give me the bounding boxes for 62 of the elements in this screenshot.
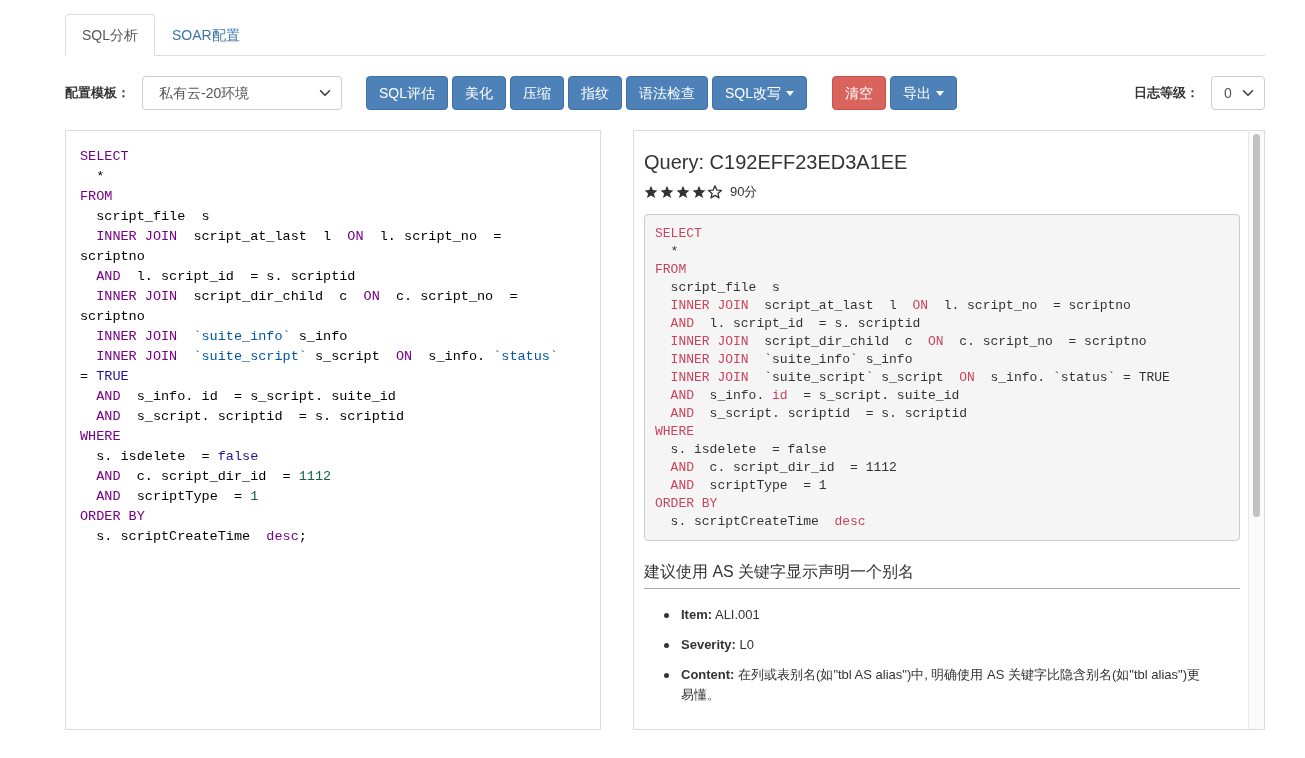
toolbar-button[interactable]: 美化 [452, 76, 506, 110]
code-line: script_file s [95, 208, 210, 226]
bullet-icon [664, 672, 669, 678]
star-icon [660, 184, 674, 199]
code-line: INNER JOIN script_at_last l ON l. script_no = scriptno [669, 296, 1131, 315]
code-line: AND l. script_id = s. scriptid [95, 268, 356, 286]
code-line: AND c. script_dir_id = 1112 [669, 458, 897, 477]
dropdown-button[interactable]: 导出 [890, 76, 958, 110]
score-text: 90分 [730, 183, 758, 201]
advice-item-text: Content: 在列或表别名(如"tbl AS alias")中, 明确使用 AS 关键字比隐含别名(如"tbl alias")更易懂。 [681, 665, 1201, 704]
code-line: s. isdelete = false [95, 448, 259, 466]
code-line: INNER JOIN script_dir_child c ON c. script_no = scriptno [669, 332, 1147, 351]
code-line: WHERE [655, 422, 694, 441]
code-line: AND c. script_dir_id = 1112 [95, 468, 332, 486]
code-line: SELECT [655, 224, 702, 243]
star-icon [644, 184, 658, 199]
tab[interactable]: SQL分析 [65, 14, 155, 56]
code-line: AND s_script. scriptid = s. scriptid [95, 408, 405, 426]
code-line: AND scriptType = 1 [669, 476, 827, 495]
code-line: s. isdelete = false [669, 440, 827, 459]
toolbar-button[interactable]: 指纹 [568, 76, 622, 110]
code-line: AND scriptType = 1 [95, 488, 259, 506]
tab[interactable]: SOAR配置 [155, 14, 257, 56]
toolbar-button[interactable]: 语法检查 [626, 76, 708, 110]
code-line: AND s_info. id = s_script. suite_id [95, 388, 396, 406]
code-line: AND s_info. id = s_script. suite_id [669, 386, 960, 405]
star-outline-icon [708, 184, 722, 199]
code-line: ORDER BY [80, 508, 145, 526]
code-line: * [669, 242, 679, 261]
code-line: SELECT [80, 148, 129, 166]
code-line: AND s_script. scriptid = s. scriptid [669, 404, 968, 423]
bullet-icon [664, 612, 669, 618]
dropdown-button[interactable]: SQL改写 [712, 76, 808, 110]
toolbar-button[interactable]: 清空 [832, 76, 887, 110]
bullet-icon [664, 642, 669, 648]
star-icon [692, 184, 706, 199]
code-line: s. scriptCreateTime desc [669, 512, 866, 531]
code-line: WHERE [80, 428, 121, 446]
code-line: script_file s [669, 278, 780, 297]
sql-editor-field[interactable] [65, 130, 601, 730]
code-line: INNER JOIN `suite_script` s_script ON s_info. `status` = TRUE [669, 368, 1170, 387]
advice-item-text: Severity: L0 [681, 635, 754, 654]
log-level-select[interactable]: 0 [1211, 76, 1265, 110]
template-label: 配置模板： [65, 84, 130, 103]
code-line: INNER JOIN `suite_info` s_info [95, 328, 348, 346]
star-icon [676, 184, 690, 199]
toolbar-button[interactable]: 压缩 [510, 76, 564, 110]
code-line: AND l. script_id = s. scriptid [669, 314, 921, 333]
advice-item-text: Item: ALI.001 [681, 605, 760, 624]
advice-heading: 建议使用 AS 关键字显示声明一个别名 [644, 560, 1240, 589]
scrollbar-thumb[interactable] [1253, 134, 1260, 517]
code-line: FROM [80, 188, 113, 206]
code-line: INNER JOIN `suite_info` s_info [669, 350, 913, 369]
code-line: s. scriptCreateTime desc; [95, 528, 307, 546]
code-line: * [95, 168, 105, 186]
toolbar-button[interactable]: SQL评估 [366, 76, 448, 110]
template-select[interactable]: 私有云-20环境 [142, 76, 342, 110]
code-line: ORDER BY [655, 494, 718, 513]
code-line: FROM [655, 260, 687, 279]
query-title: Query: C192EFF23ED3A1EE [644, 150, 909, 175]
log-level-label: 日志等级： [1134, 84, 1199, 103]
code-line: INNER JOIN `suite_script` s_script ON s_info. `status` = TRUE [80, 348, 559, 386]
